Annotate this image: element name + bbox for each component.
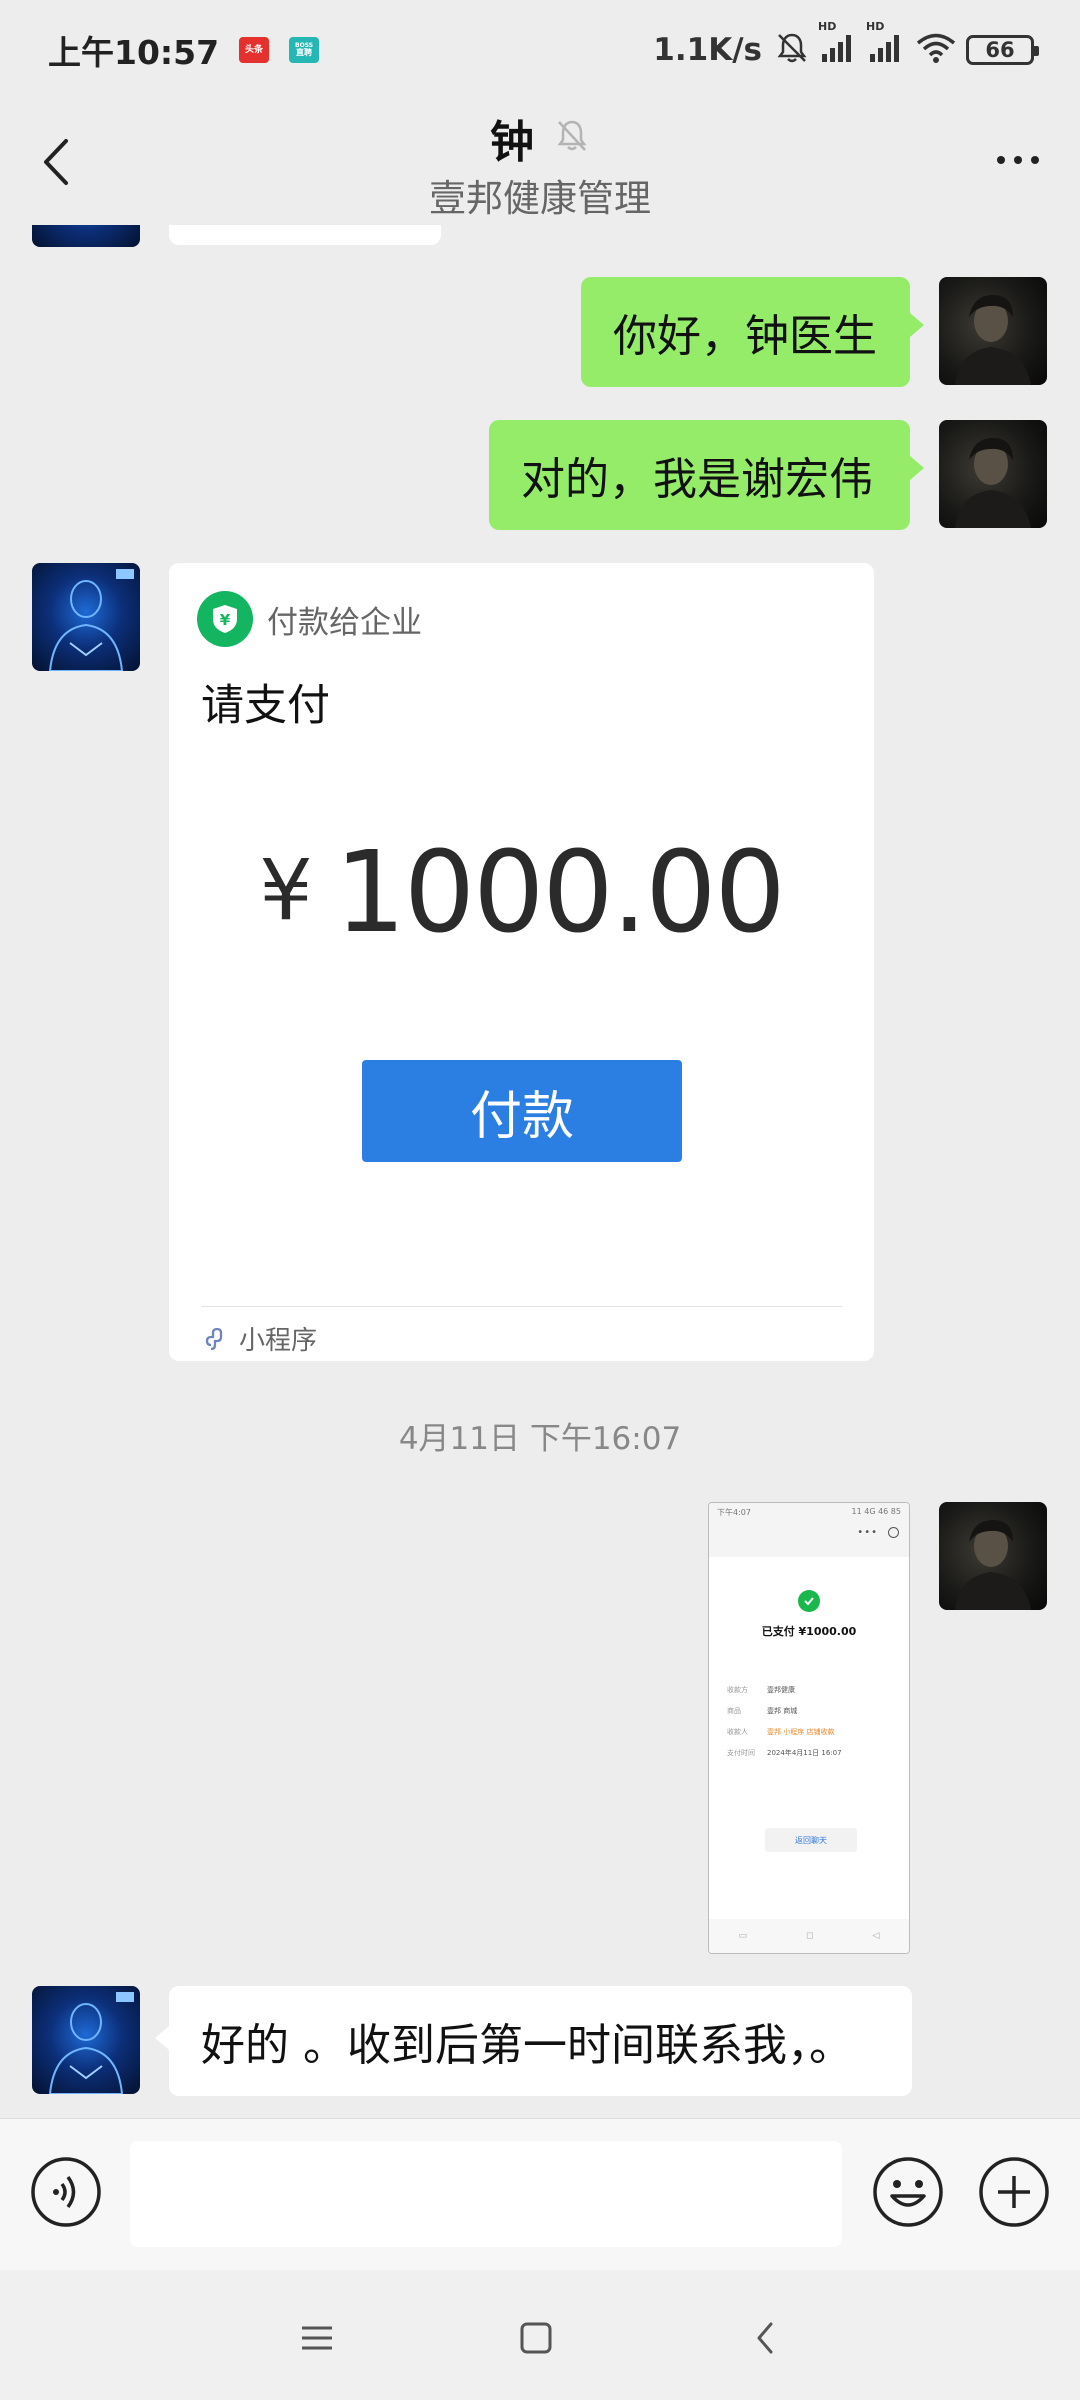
- thumb-nav-item: ◻: [806, 1931, 814, 1941]
- more-functions-button[interactable]: [978, 2156, 1050, 2228]
- thumb-back-button: 返回聊天: [765, 1828, 857, 1852]
- system-navigation-bar: [0, 2270, 1080, 2400]
- thumb-detail-key: 支付时间: [727, 1749, 755, 1757]
- chat-area[interactable]: 你好，钟医生 对的，我是谢宏伟 ¥ 付款给企业 请支付 ¥1000.00 付款 …: [0, 225, 1080, 2118]
- doctor-avatar-icon: [48, 1992, 134, 2094]
- thumb-detail-value: 壹邦健康: [767, 1686, 795, 1694]
- plus-icon: [979, 2157, 1049, 2227]
- net-speed: 1.1K/s: [653, 32, 762, 68]
- avatar-doctor[interactable]: [32, 225, 140, 247]
- person-silhouette-icon: [955, 295, 1031, 385]
- thumb-controls: •••: [857, 1527, 899, 1538]
- mini-program-icon: [205, 1327, 223, 1350]
- payment-amount: ¥1000.00: [169, 828, 874, 958]
- status-bar: 上午10:57 头条 BOSS 直聘 1.1K/s HD HD 66: [0, 0, 1080, 100]
- emoji-button[interactable]: [872, 2156, 944, 2228]
- status-left: 上午10:57 头条 BOSS 直聘: [48, 26, 320, 74]
- more-dot: [1014, 156, 1022, 164]
- menu-lines-icon: [302, 2326, 332, 2350]
- chevron-left-icon: [757, 2322, 773, 2354]
- bell-off-icon: [554, 117, 590, 159]
- boss-app-icon: BOSS 直聘: [289, 37, 320, 63]
- mini-program-label: 小程序: [239, 1326, 318, 1356]
- previous-bubble-partial: [169, 225, 441, 245]
- status-right: 1.1K/s HD HD 66: [653, 20, 1039, 70]
- person-silhouette-icon: [955, 438, 1031, 528]
- battery-icon: 66: [966, 35, 1039, 65]
- page-subtitle: 壹邦健康管理: [429, 177, 651, 220]
- voice-icon: [31, 2157, 101, 2227]
- avatar-doctor[interactable]: [32, 563, 140, 671]
- chat-header: 钟 壹邦健康管理: [0, 100, 1080, 225]
- home-square-icon: [520, 2322, 552, 2354]
- thumb-paid-text: 已支付 ¥1000.00: [761, 1625, 857, 1638]
- thumb-nav: ▭ ◻ ◁: [709, 1919, 909, 1953]
- image-message[interactable]: 下午4:07 11 4G 46 85 ••• 已支付 ¥1000.00 收款方 …: [708, 1502, 910, 1954]
- more-dot: [1031, 156, 1039, 164]
- payment-shield-icon: ¥: [197, 591, 253, 647]
- signal-2-icon: HD: [866, 20, 906, 70]
- recent-apps-button[interactable]: [287, 2308, 347, 2368]
- thumb-status: 下午4:07 11 4G 46 85: [717, 1507, 901, 1518]
- hd-label-1: HD: [818, 20, 837, 33]
- doctor-avatar-icon: [48, 569, 134, 671]
- thumb-detail-value: 壹邦 小程序 店铺收款: [767, 1728, 835, 1736]
- payment-card-header: ¥ 付款给企业: [197, 591, 422, 647]
- payment-card-title: 请支付: [201, 681, 330, 731]
- signal-1-icon: HD: [818, 20, 858, 70]
- check-circle-icon: [798, 1590, 820, 1612]
- mute-status-icon: [774, 30, 810, 70]
- avatar-self[interactable]: [939, 1502, 1047, 1610]
- message-input[interactable]: [130, 2141, 842, 2247]
- message-bubble-incoming[interactable]: 好的 。收到后第一时间联系我，。: [155, 1986, 912, 2096]
- system-back-button[interactable]: [735, 2308, 795, 2368]
- thumb-detail-key: 收款人: [727, 1728, 748, 1736]
- thumb-nav-item: ▭: [738, 1931, 748, 1941]
- thumb-more-dots: •••: [857, 1527, 878, 1538]
- avatar-self[interactable]: [939, 277, 1047, 385]
- thumb-detail-row: 收款人 壹邦 小程序 店铺收款: [727, 1727, 834, 1737]
- currency-symbol: ¥: [259, 841, 312, 939]
- thumb-status-left: 下午4:07: [717, 1508, 751, 1517]
- more-dot: [997, 156, 1005, 164]
- thumb-status-right: 11 4G 46 85: [851, 1507, 901, 1516]
- person-silhouette-icon: [955, 1520, 1031, 1610]
- input-bar: [0, 2118, 1080, 2270]
- avatar-doctor[interactable]: [32, 1986, 140, 2094]
- title-wrap: 钟 壹邦健康管理: [0, 106, 1080, 222]
- wifi-icon: [914, 30, 958, 70]
- title-line: 钟: [0, 106, 1080, 170]
- emoji-icon: [873, 2157, 943, 2227]
- thumb-header: 下午4:07 11 4G 46 85 •••: [709, 1503, 909, 1557]
- thumb-detail-value: 壹邦 商城: [767, 1707, 798, 1715]
- avatar-self[interactable]: [939, 420, 1047, 528]
- voice-button[interactable]: [30, 2156, 102, 2228]
- thumb-detail-key: 收款方: [727, 1686, 748, 1694]
- message-bubble-outgoing[interactable]: 你好，钟医生: [581, 277, 924, 387]
- boss-badge-line2: 直聘: [296, 48, 313, 57]
- page-title: 钟: [490, 117, 534, 168]
- thumb-detail-row: 商品 壹邦 商城: [727, 1706, 797, 1716]
- more-button[interactable]: [986, 140, 1050, 180]
- status-time: 上午10:57: [48, 33, 220, 72]
- svg-text:¥: ¥: [220, 611, 231, 629]
- thumb-detail-row: 收款方 壹邦健康: [727, 1685, 795, 1695]
- message-bubble-outgoing[interactable]: 对的，我是谢宏伟: [489, 420, 924, 530]
- pay-button[interactable]: 付款: [362, 1060, 682, 1162]
- payment-card[interactable]: ¥ 付款给企业 请支付 ¥1000.00 付款 小程序: [169, 563, 874, 1361]
- hd-label-2: HD: [866, 20, 885, 33]
- toutiao-app-icon: 头条: [239, 37, 270, 63]
- message-timestamp: 4月11日 下午16:07: [398, 1421, 682, 1457]
- payment-card-header-label: 付款给企业: [267, 604, 422, 641]
- mini-program-footer: 小程序: [203, 1320, 317, 1357]
- thumb-close-icon: [888, 1527, 899, 1538]
- thumb-detail-value: 2024年4月11日 16:07: [767, 1749, 842, 1757]
- thumb-detail-row: 支付时间 2024年4月11日 16:07: [727, 1748, 842, 1758]
- home-button[interactable]: [506, 2308, 566, 2368]
- amount-value: 1000.00: [334, 828, 786, 958]
- thumb-detail-key: 商品: [727, 1707, 741, 1715]
- thumb-nav-item: ◁: [872, 1931, 880, 1941]
- divider: [201, 1306, 842, 1307]
